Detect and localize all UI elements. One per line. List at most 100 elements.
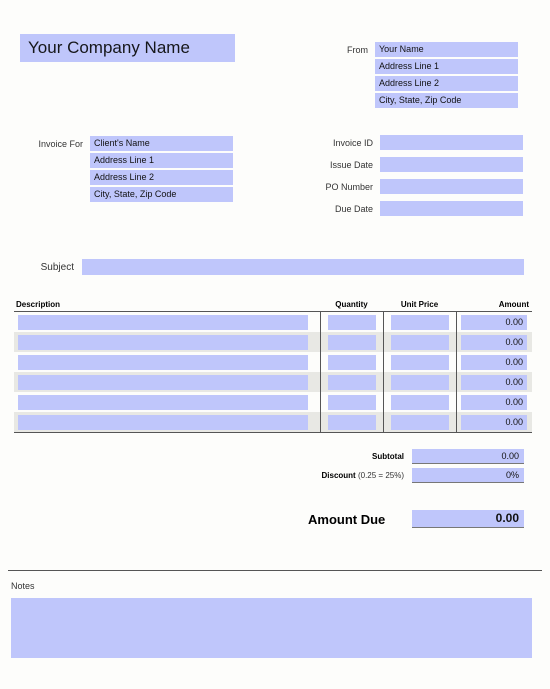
row-description-cell	[14, 372, 320, 392]
line-item-amount-field[interactable]: 0.00	[461, 374, 527, 390]
discount-label: Discount (0.25 = 25%)	[300, 468, 412, 480]
from-row: City, State, Zip Code	[330, 93, 530, 108]
line-item-description-field[interactable]	[18, 334, 308, 350]
invoice-for-label: Invoice For	[38, 138, 83, 149]
table-row: 0.00	[14, 332, 532, 352]
line-item-description-field[interactable]	[18, 374, 308, 390]
line-item-quantity-field[interactable]	[328, 314, 376, 330]
from-row: Address Line 2	[330, 76, 530, 91]
from-city-state-zip-field[interactable]: City, State, Zip Code	[375, 93, 518, 108]
discount-label-note: (0.25 = 25%)	[357, 471, 404, 480]
invoice-for-row: City, State, Zip Code	[28, 187, 243, 202]
client-address-line-2-field[interactable]: Address Line 2	[90, 170, 233, 185]
from-row: From Your Name	[330, 42, 530, 57]
line-item-description-field[interactable]	[18, 314, 308, 330]
line-item-amount-field[interactable]: 0.00	[461, 354, 527, 370]
row-quantity-cell	[320, 392, 383, 412]
row-amount-cell: 0.00	[456, 352, 532, 372]
line-item-quantity-field[interactable]	[328, 394, 376, 410]
table-row: 0.00	[14, 412, 532, 433]
discount-field[interactable]: 0%	[412, 468, 524, 482]
row-unit-price-cell	[383, 392, 456, 412]
from-row: Address Line 1	[330, 59, 530, 74]
line-item-amount-field[interactable]: 0.00	[461, 334, 527, 350]
line-item-unit-price-field[interactable]	[391, 354, 449, 370]
row-unit-price-cell	[383, 332, 456, 352]
line-item-unit-price-field[interactable]	[391, 394, 449, 410]
amount-due-row: Amount Due 0.00	[300, 510, 532, 528]
subtotal-field[interactable]: 0.00	[412, 449, 524, 463]
line-item-unit-price-field[interactable]	[391, 414, 449, 430]
row-amount-cell: 0.00	[456, 392, 532, 412]
row-unit-price-cell	[383, 312, 456, 332]
due-date-label: Due Date	[334, 203, 373, 214]
row-description-cell	[14, 412, 320, 432]
po-number-field[interactable]	[380, 179, 523, 194]
subject-row: Subject	[20, 259, 532, 275]
line-item-description-field[interactable]	[18, 354, 308, 370]
invoice-for-row: Invoice For Client's Name	[28, 136, 243, 151]
subtotal-value-wrap: 0.00	[412, 449, 524, 464]
company-name-field[interactable]: Your Company Name	[20, 34, 235, 62]
client-city-state-zip-field[interactable]: City, State, Zip Code	[90, 187, 233, 202]
line-item-unit-price-field[interactable]	[391, 314, 449, 330]
row-quantity-cell	[320, 372, 383, 392]
invoice-id-field[interactable]	[380, 135, 523, 150]
subtotal-row: Subtotal 0.00	[300, 449, 532, 464]
line-item-description-field[interactable]	[18, 394, 308, 410]
notes-label: Notes	[11, 581, 35, 591]
line-item-quantity-field[interactable]	[328, 374, 376, 390]
column-header-unit-price: Unit Price	[400, 300, 439, 309]
row-amount-cell: 0.00	[456, 332, 532, 352]
invoice-for-block: Invoice For Client's Name Address Line 1…	[28, 136, 243, 204]
po-number-label: PO Number	[325, 181, 373, 192]
row-amount-cell: 0.00	[456, 312, 532, 332]
issue-date-row: Issue Date	[300, 157, 530, 172]
notes-separator	[8, 570, 542, 571]
discount-value-wrap: 0%	[412, 468, 524, 483]
row-amount-cell: 0.00	[456, 412, 532, 432]
invoice-id-row: Invoice ID	[300, 135, 530, 150]
from-address-line-2-field[interactable]: Address Line 2	[375, 76, 518, 91]
from-name-field[interactable]: Your Name	[375, 42, 518, 57]
issue-date-label: Issue Date	[329, 159, 373, 170]
subject-field[interactable]	[82, 259, 524, 275]
line-item-quantity-field[interactable]	[328, 414, 376, 430]
amount-due-field: 0.00	[412, 510, 524, 527]
from-address-line-1-field[interactable]: Address Line 1	[375, 59, 518, 74]
invoice-for-row: Address Line 1	[28, 153, 243, 168]
invoice-for-row: Address Line 2	[28, 170, 243, 185]
issue-date-field[interactable]	[380, 157, 523, 172]
due-date-field[interactable]	[380, 201, 523, 216]
from-label: From	[347, 44, 368, 55]
client-address-line-1-field[interactable]: Address Line 1	[90, 153, 233, 168]
row-unit-price-cell	[383, 372, 456, 392]
amount-due-label: Amount Due	[308, 512, 386, 527]
discount-row: Discount (0.25 = 25%) 0%	[300, 468, 532, 483]
table-row: 0.00	[14, 392, 532, 412]
table-row: 0.00	[14, 312, 532, 332]
row-description-cell	[14, 312, 320, 332]
line-item-quantity-field[interactable]	[328, 354, 376, 370]
line-item-amount-field[interactable]: 0.00	[461, 414, 527, 430]
line-item-quantity-field[interactable]	[328, 334, 376, 350]
row-quantity-cell	[320, 332, 383, 352]
line-item-amount-field[interactable]: 0.00	[461, 394, 527, 410]
amount-due-value-wrap: 0.00	[412, 510, 524, 528]
invoice-template-page: Your Company Name From Your Name Address…	[0, 0, 550, 689]
row-unit-price-cell	[383, 412, 456, 432]
row-amount-cell: 0.00	[456, 372, 532, 392]
line-items-table: Description Quantity Unit Price Amount 0…	[14, 300, 532, 433]
client-name-field[interactable]: Client's Name	[90, 136, 233, 151]
po-number-row: PO Number	[300, 179, 530, 194]
invoice-id-label: Invoice ID	[332, 137, 373, 148]
line-item-unit-price-field[interactable]	[391, 334, 449, 350]
line-item-description-field[interactable]	[18, 414, 308, 430]
notes-field[interactable]	[11, 598, 532, 658]
row-description-cell	[14, 352, 320, 372]
line-item-amount-field[interactable]: 0.00	[461, 314, 527, 330]
subject-label: Subject	[40, 261, 74, 273]
column-header-description: Description	[16, 300, 61, 309]
invoice-meta-block: Invoice ID Issue Date PO Number Due Date	[300, 135, 530, 223]
line-item-unit-price-field[interactable]	[391, 374, 449, 390]
